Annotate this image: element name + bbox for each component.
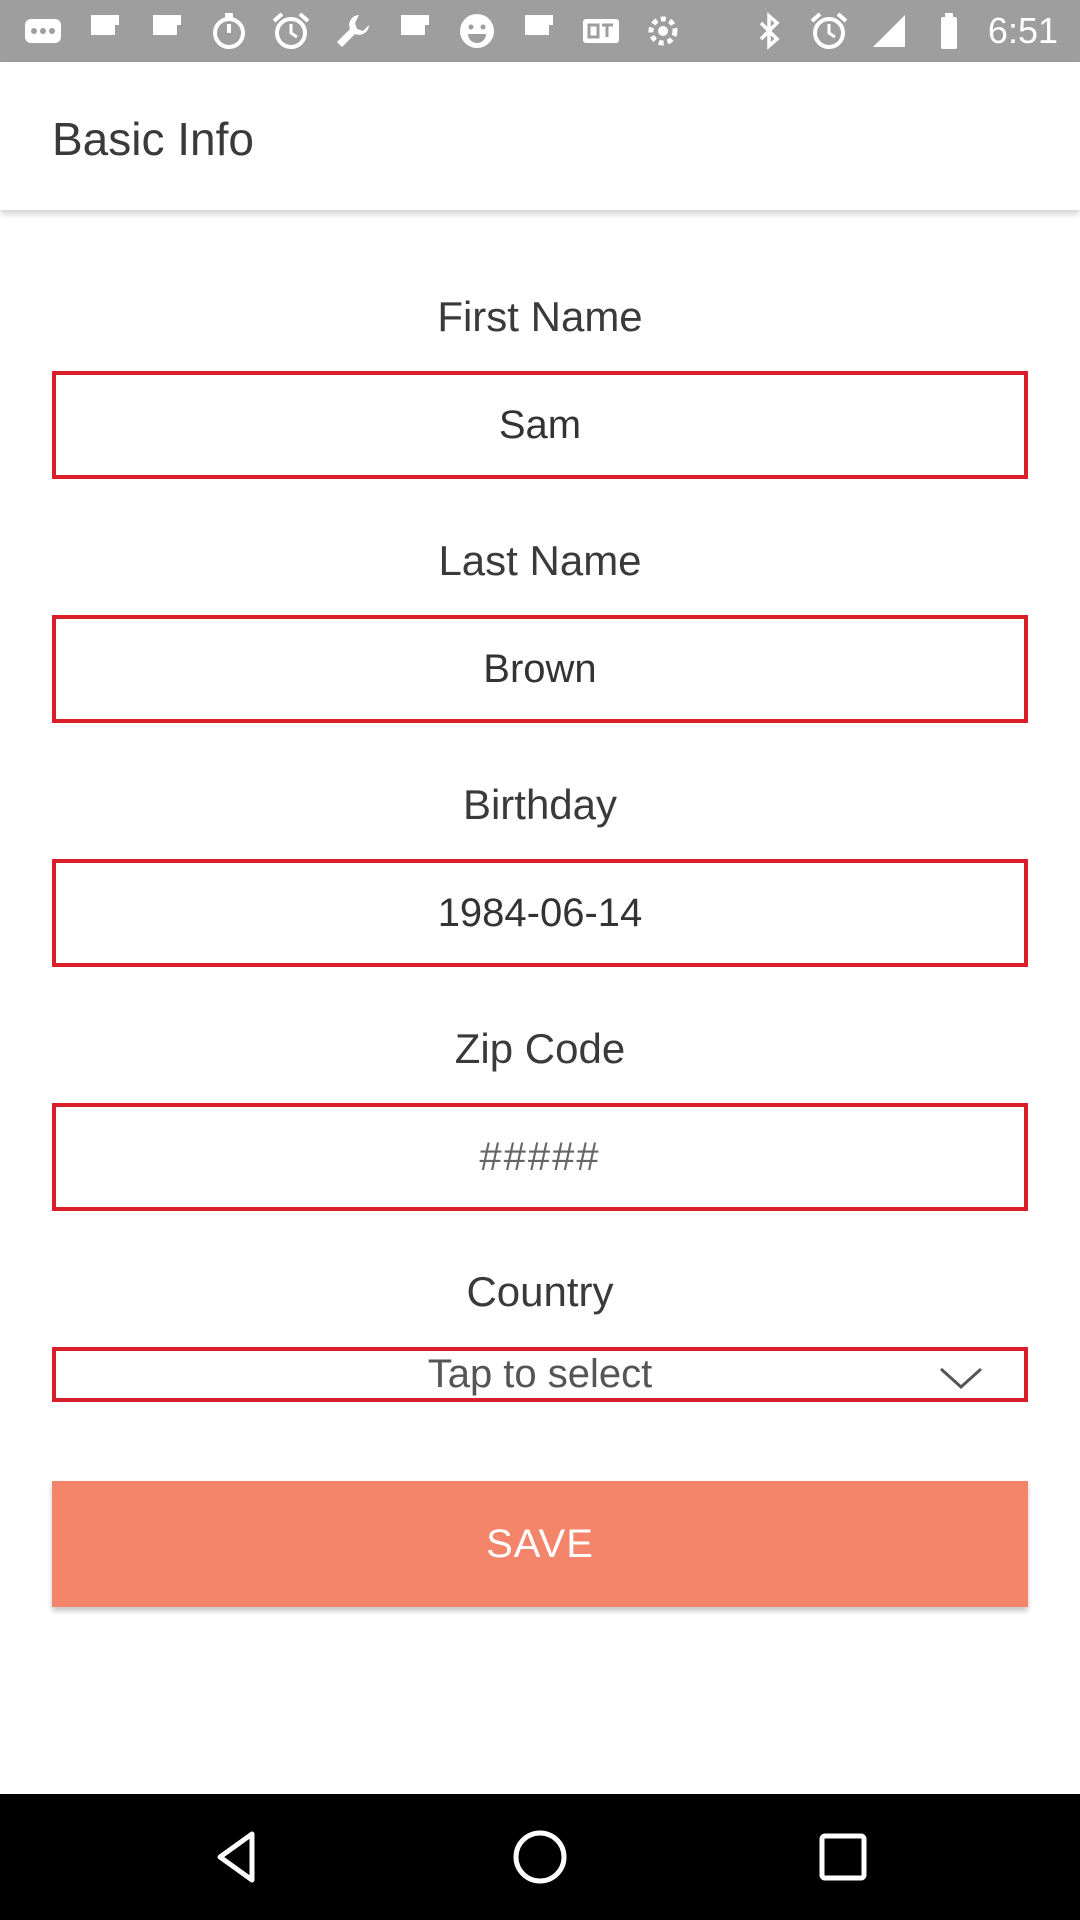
save-button[interactable]: SAVE [52, 1481, 1028, 1607]
navigation-bar [0, 1794, 1080, 1920]
birthday-label: Birthday [462, 781, 618, 828]
zip-code-field[interactable]: ##### [52, 1103, 1028, 1211]
country-label: Country [466, 1268, 614, 1315]
settings-icon [642, 10, 684, 52]
home-icon[interactable] [505, 1822, 575, 1892]
country-select[interactable]: Tap to select [52, 1347, 1028, 1402]
birthday-value: 1984-06-14 [437, 890, 643, 935]
wrench-icon [332, 10, 374, 52]
alarm-icon [808, 10, 850, 52]
flipboard-icon [394, 10, 436, 52]
recents-icon[interactable] [808, 1822, 878, 1892]
alarm-icon [270, 10, 312, 52]
first-name-value: Sam [498, 402, 582, 447]
status-bar: 6:51 [0, 0, 1080, 62]
app-bar: Basic Info [0, 62, 1080, 210]
flipboard-icon [518, 10, 560, 52]
birthday-field[interactable]: 1984-06-14 [52, 859, 1028, 967]
flipboard-icon [84, 10, 126, 52]
back-icon[interactable] [202, 1822, 272, 1892]
bluetooth-icon [748, 10, 790, 52]
more-icon [22, 10, 64, 52]
zip-code-label: Zip Code [454, 1025, 626, 1072]
stopwatch-icon [208, 10, 250, 52]
flipboard-icon [146, 10, 188, 52]
first-name-field[interactable]: Sam [52, 371, 1028, 479]
last-name-field[interactable]: Brown [52, 615, 1028, 723]
signal-icon [868, 10, 910, 52]
system-icons: 6:51 [748, 0, 1058, 62]
qt-icon [580, 10, 622, 52]
zip-code-placeholder: ##### [479, 1134, 601, 1179]
notification-icons [22, 0, 684, 62]
chevron-down-icon [939, 1367, 983, 1390]
last-name-label: Last Name [438, 537, 642, 584]
last-name-value: Brown [483, 646, 597, 691]
first-name-label: First Name [437, 293, 643, 340]
country-select-value: Tap to select [427, 1352, 653, 1396]
smiley-icon [456, 10, 498, 52]
clock: 6:51 [987, 10, 1058, 51]
save-button-label: SAVE [486, 1521, 594, 1566]
page-title: Basic Info [52, 113, 254, 165]
battery-icon [928, 10, 970, 52]
